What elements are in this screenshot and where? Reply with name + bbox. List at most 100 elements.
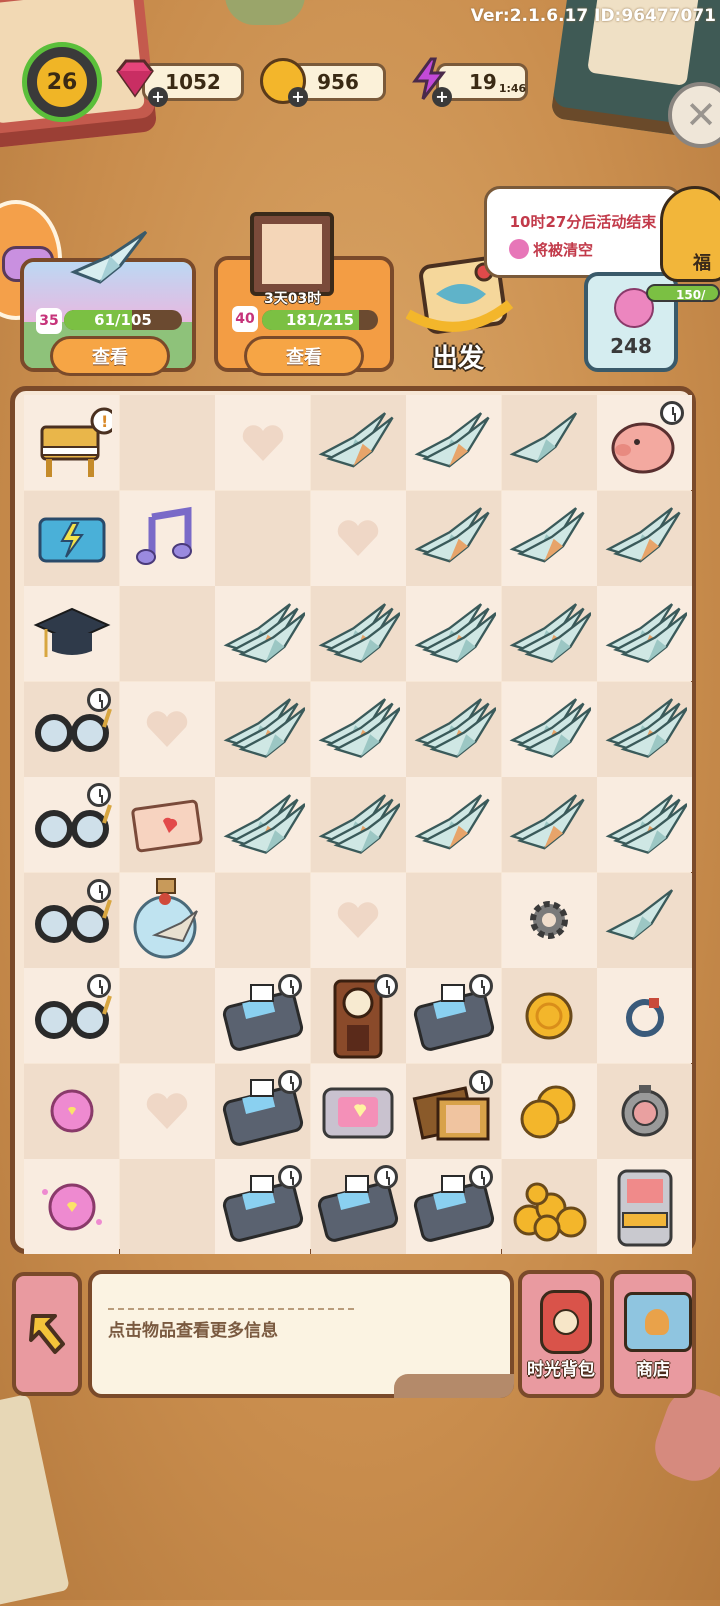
board-cell	[119, 395, 215, 490]
board-cell[interactable]	[310, 586, 406, 681]
flower2-icon	[37, 1172, 107, 1242]
note-icon	[132, 503, 202, 573]
board-cell[interactable]	[215, 1159, 310, 1254]
board-cell	[215, 872, 310, 968]
close-icon[interactable]: ✕	[668, 82, 720, 148]
fortune-progress: 150/	[646, 284, 720, 302]
board-cell[interactable]	[215, 968, 310, 1063]
version-text: Ver:2.1.6.17 ID:96477071	[470, 6, 716, 26]
board-cell[interactable]	[24, 586, 119, 681]
board-cell[interactable]: !	[24, 395, 119, 490]
board-cell[interactable]	[501, 872, 597, 968]
photo-progress-bar: 181/215	[262, 310, 378, 330]
board-cell[interactable]	[310, 1063, 406, 1159]
board-cell[interactable]	[215, 1063, 310, 1159]
timer-icon	[373, 974, 398, 998]
board-cell[interactable]	[119, 777, 215, 872]
timer-icon	[469, 974, 493, 998]
board-cell[interactable]	[406, 681, 501, 777]
depart-label: 出发	[432, 344, 485, 374]
paper-crane-icon	[603, 785, 687, 865]
board-cell[interactable]	[597, 872, 692, 968]
board-cell[interactable]	[406, 586, 501, 681]
energy-timer: 1:46	[498, 81, 527, 95]
paper-crane-icon	[412, 403, 496, 483]
time-backpack-button[interactable]: 时光背包	[518, 1270, 604, 1398]
timer-icon	[278, 1165, 302, 1189]
board-cell[interactable]	[406, 777, 501, 872]
fortune-cat-icon[interactable]: 福	[660, 186, 720, 282]
board-cell[interactable]	[24, 1063, 119, 1159]
board-cell[interactable]	[597, 1063, 692, 1159]
board-cell[interactable]	[597, 395, 692, 490]
box-decor	[0, 1393, 70, 1606]
photo-view-button[interactable]: 查看	[244, 336, 364, 376]
board-cell[interactable]	[501, 777, 597, 872]
timer-icon	[278, 974, 302, 998]
energy-value: 19	[469, 70, 497, 94]
board-cell[interactable]	[501, 395, 597, 490]
board-cell[interactable]	[310, 1159, 406, 1254]
gems-value: 1052	[165, 70, 221, 94]
add-energy-button[interactable]: +	[432, 87, 452, 107]
photo-event-timer: 3天03时	[264, 291, 322, 307]
paper-crane-icon	[603, 594, 687, 674]
paper-crane-icon	[316, 785, 400, 865]
board-cell[interactable]	[119, 872, 215, 968]
board-cell[interactable]	[501, 1159, 597, 1254]
board-cell[interactable]	[310, 395, 406, 490]
board-cell[interactable]	[597, 777, 692, 872]
arrow-up-left-icon	[29, 1314, 65, 1354]
board-cell[interactable]	[501, 1063, 597, 1159]
board-cell[interactable]	[24, 777, 119, 872]
board-cell[interactable]	[406, 1159, 501, 1254]
paper-crane-icon	[507, 498, 591, 578]
board-cell[interactable]	[406, 1063, 501, 1159]
timer-icon	[87, 974, 111, 998]
timer-icon	[660, 401, 684, 425]
event-end-tooltip: 10时27分后活动结束 将被清空	[484, 186, 682, 278]
board-cell[interactable]	[24, 872, 119, 968]
photo-progress-text: 181/215	[285, 311, 355, 329]
board-cell[interactable]	[310, 968, 406, 1063]
board-cell[interactable]	[24, 681, 119, 777]
board-cell[interactable]	[215, 777, 310, 872]
board-cell[interactable]	[406, 968, 501, 1063]
add-coins-button[interactable]: +	[288, 87, 308, 107]
board-cell[interactable]	[597, 968, 692, 1063]
paper-crane-icon	[316, 403, 400, 483]
player-level-badge[interactable]: 26	[34, 54, 90, 110]
board-cell[interactable]	[597, 1159, 692, 1254]
board-cell[interactable]	[24, 1159, 119, 1254]
board-cell[interactable]	[597, 586, 692, 681]
board-cell[interactable]	[24, 490, 119, 586]
paper-crane-icon	[70, 226, 150, 286]
board-cell[interactable]	[501, 586, 597, 681]
board-cell	[119, 1063, 215, 1159]
board-cell[interactable]	[310, 681, 406, 777]
board-cell[interactable]	[24, 968, 119, 1063]
back-button[interactable]	[12, 1272, 82, 1396]
board-cell[interactable]	[501, 681, 597, 777]
crane-level-badge: 35	[36, 308, 62, 334]
board-cell[interactable]	[119, 490, 215, 586]
tooltip-line2: 将被清空	[533, 241, 594, 259]
board-cell[interactable]	[215, 681, 310, 777]
add-gems-button[interactable]: +	[148, 87, 168, 107]
crane-view-button[interactable]: 查看	[50, 336, 170, 376]
board-cell[interactable]	[310, 777, 406, 872]
flower-count: 248	[610, 334, 652, 358]
paper-crane-icon	[412, 594, 496, 674]
board-cell[interactable]	[501, 490, 597, 586]
pinkbox-icon	[316, 1073, 400, 1149]
board-cell[interactable]	[597, 681, 692, 777]
shop-label: 商店	[636, 1360, 670, 1380]
board-cell[interactable]	[597, 490, 692, 586]
board-cell	[406, 872, 501, 968]
shop-button[interactable]: 商店	[610, 1270, 696, 1398]
board-cell[interactable]	[215, 586, 310, 681]
board-cell[interactable]	[501, 968, 597, 1063]
board-cell[interactable]	[406, 395, 501, 490]
board-cell[interactable]	[406, 490, 501, 586]
board-cell	[310, 872, 406, 968]
